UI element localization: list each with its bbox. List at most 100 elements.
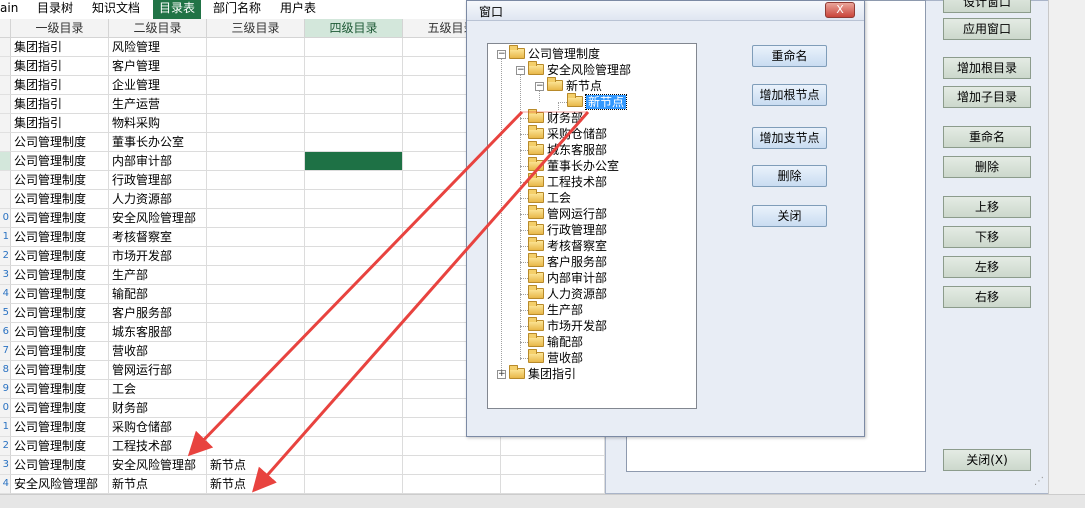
move-up-button[interactable]: 上移 — [943, 196, 1031, 218]
dialog-close-icon[interactable]: X — [825, 2, 855, 18]
tree-node-department[interactable]: 人力资源部 — [528, 285, 607, 302]
design-window-button[interactable]: 设计窗口 — [943, 0, 1031, 13]
row-header[interactable] — [0, 114, 11, 133]
row-header[interactable]: 3 — [0, 266, 11, 285]
table-cell[interactable] — [207, 76, 305, 95]
add-root-dir-button[interactable]: 增加根目录 — [943, 57, 1031, 79]
row-header[interactable] — [0, 133, 11, 152]
tree-node-department[interactable]: 工程技术部 — [528, 173, 607, 190]
column-header-level2[interactable]: 二级目录 — [109, 19, 207, 38]
table-cell[interactable] — [207, 114, 305, 133]
table-cell[interactable]: 集团指引 — [11, 38, 109, 57]
apply-window-button[interactable]: 应用窗口 — [943, 18, 1031, 40]
table-cell[interactable] — [305, 475, 403, 494]
table-cell[interactable] — [305, 456, 403, 475]
table-cell[interactable]: 集团指引 — [11, 76, 109, 95]
add-branch-node-button[interactable]: 增加支节点 — [752, 127, 827, 149]
table-cell[interactable] — [305, 228, 403, 247]
table-cell[interactable] — [207, 342, 305, 361]
table-cell[interactable]: 内部审计部 — [109, 152, 207, 171]
table-cell[interactable]: 公司管理制度 — [11, 399, 109, 418]
tree-node-department[interactable]: 客户服务部 — [528, 253, 607, 270]
table-cell[interactable] — [305, 323, 403, 342]
table-cell[interactable]: 公司管理制度 — [11, 361, 109, 380]
table-cell[interactable] — [305, 418, 403, 437]
table-cell[interactable] — [207, 152, 305, 171]
row-header[interactable]: 4 — [0, 285, 11, 304]
table-cell[interactable]: 公司管理制度 — [11, 323, 109, 342]
table-cell[interactable] — [207, 304, 305, 323]
table-cell[interactable]: 安全风险管理部 — [11, 475, 109, 494]
table-cell[interactable]: 采购仓储部 — [109, 418, 207, 437]
resize-grip-icon[interactable]: ⋰ — [1034, 476, 1046, 488]
move-right-button[interactable]: 右移 — [943, 286, 1031, 308]
table-cell[interactable] — [305, 209, 403, 228]
sheet-tab-directory-table[interactable]: 目录表 — [153, 0, 202, 19]
tree-view[interactable]: − 公司管理制度 − 安全风险管理部 − 新节点 新节点 财务部 采购仓储部 城东客… — [487, 43, 697, 409]
row-header[interactable] — [0, 57, 11, 76]
tree-node-department[interactable]: 采购仓储部 — [528, 125, 607, 142]
tree-node-department[interactable]: 营收部 — [528, 349, 583, 366]
row-header[interactable] — [0, 76, 11, 95]
table-cell[interactable]: 工会 — [109, 380, 207, 399]
table-cell[interactable] — [207, 361, 305, 380]
table-cell[interactable] — [207, 323, 305, 342]
row-header[interactable]: 0 — [0, 399, 11, 418]
tree-node-department[interactable]: 董事长办公室 — [528, 157, 619, 174]
table-cell[interactable] — [501, 475, 605, 494]
row-header[interactable]: 5 — [0, 304, 11, 323]
close-x-button[interactable]: 关闭(X) — [943, 449, 1031, 471]
table-cell[interactable] — [207, 38, 305, 57]
dialog-titlebar[interactable]: 窗口 X — [467, 1, 864, 21]
tree-node-department[interactable]: 工会 — [528, 189, 571, 206]
sheet-tab-directory-tree[interactable]: 目录树 — [31, 0, 79, 19]
table-cell[interactable] — [207, 399, 305, 418]
table-cell[interactable] — [305, 190, 403, 209]
add-sub-dir-button[interactable]: 增加子目录 — [943, 86, 1031, 108]
table-cell[interactable] — [305, 399, 403, 418]
table-cell[interactable] — [207, 418, 305, 437]
table-cell[interactable] — [305, 171, 403, 190]
table-cell[interactable]: 城东客服部 — [109, 323, 207, 342]
table-cell[interactable] — [501, 437, 605, 456]
table-cell[interactable]: 公司管理制度 — [11, 456, 109, 475]
sheet-tab-knowledge-docs[interactable]: 知识文档 — [86, 0, 146, 19]
table-cell[interactable] — [501, 456, 605, 475]
add-root-node-button[interactable]: 增加根节点 — [752, 84, 827, 106]
table-cell[interactable] — [305, 133, 403, 152]
row-header[interactable]: 1 — [0, 228, 11, 247]
row-header[interactable]: 9 — [0, 380, 11, 399]
table-cell[interactable] — [305, 285, 403, 304]
table-cell[interactable] — [207, 190, 305, 209]
table-cell[interactable]: 管网运行部 — [109, 361, 207, 380]
table-cell[interactable] — [305, 114, 403, 133]
table-cell[interactable] — [305, 361, 403, 380]
tree-node-department[interactable]: 考核督察室 — [528, 237, 607, 254]
table-cell[interactable]: 物料采购 — [109, 114, 207, 133]
table-cell[interactable] — [403, 456, 501, 475]
table-cell[interactable]: 公司管理制度 — [11, 437, 109, 456]
table-cell[interactable]: 考核督察室 — [109, 228, 207, 247]
tree-node-grandchild[interactable]: 新节点 — [547, 77, 602, 94]
column-header-level3[interactable]: 三级目录 — [207, 19, 305, 38]
collapse-root-icon[interactable]: − — [497, 50, 506, 59]
table-cell[interactable] — [305, 380, 403, 399]
table-cell[interactable]: 生产部 — [109, 266, 207, 285]
table-cell[interactable] — [305, 57, 403, 76]
table-cell[interactable] — [305, 38, 403, 57]
column-header-level4[interactable]: 四级目录 — [305, 19, 403, 38]
row-header[interactable]: 2 — [0, 437, 11, 456]
table-cell[interactable]: 市场开发部 — [109, 247, 207, 266]
collapse-grandchild-icon[interactable]: − — [535, 82, 544, 91]
table-cell[interactable] — [207, 437, 305, 456]
table-cell[interactable]: 财务部 — [109, 399, 207, 418]
row-header[interactable] — [0, 171, 11, 190]
table-cell[interactable]: 公司管理制度 — [11, 171, 109, 190]
table-cell[interactable]: 公司管理制度 — [11, 342, 109, 361]
table-cell[interactable]: 公司管理制度 — [11, 133, 109, 152]
table-cell[interactable] — [207, 266, 305, 285]
table-cell[interactable] — [305, 152, 403, 171]
table-cell[interactable] — [403, 475, 501, 494]
tree-node-group-guide[interactable]: 集团指引 — [509, 365, 576, 382]
row-header[interactable] — [0, 38, 11, 57]
